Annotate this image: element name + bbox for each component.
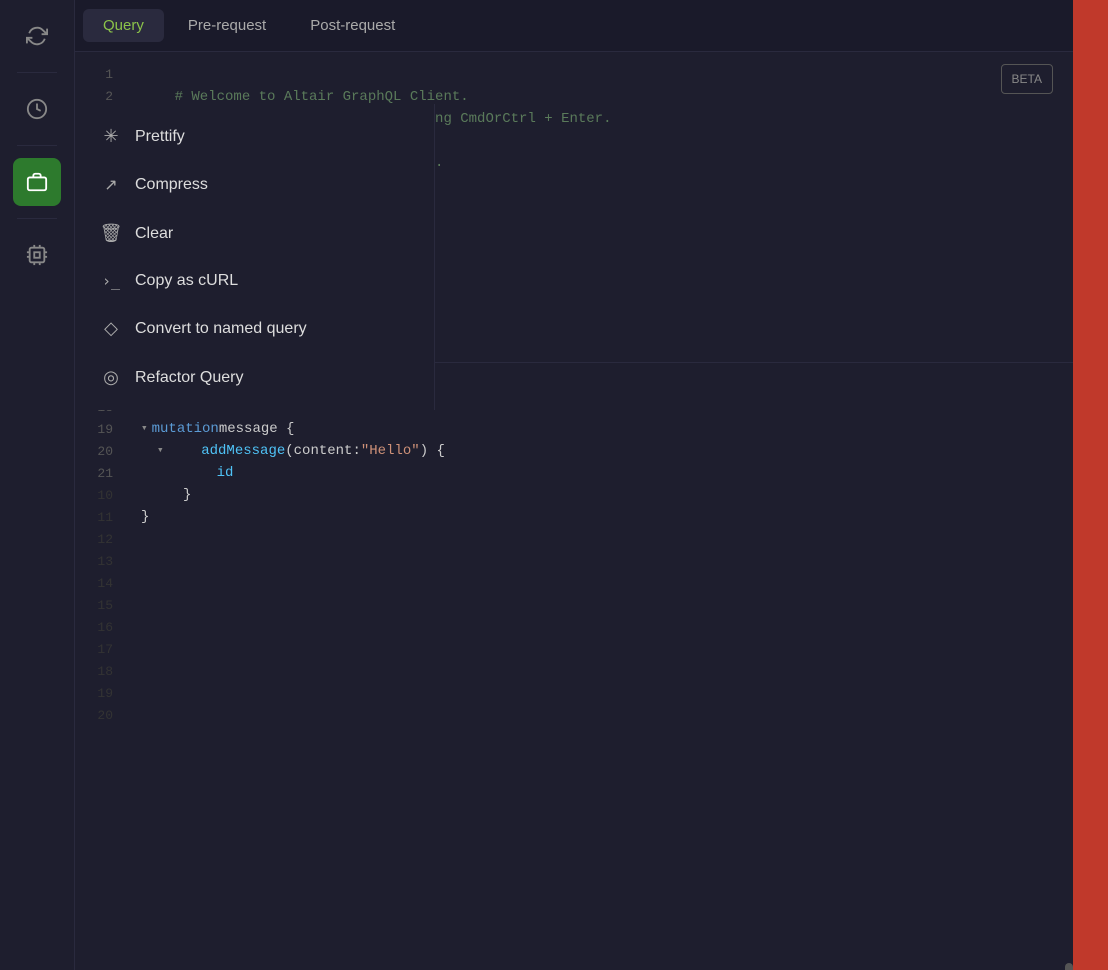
add-message-close: ) { [420,440,445,462]
refactor-icon: ◎ [99,367,123,388]
sidebar [0,0,75,970]
menu-item-compress[interactable]: ↗ Compress [75,161,434,209]
menu-item-copy-curl[interactable]: ›_ Copy as cURL [75,258,434,304]
right-panel [1073,0,1108,970]
tab-bar: Query Pre-request Post-request [75,0,1073,52]
prettify-icon: ✳ [99,126,123,147]
editor-dropdown-menu: ✳ Prettify ↗ Compress 🗑 Clear ›_ Copy as… [75,104,435,410]
menu-item-compress-label: Compress [135,176,208,194]
close-brace-inner: } [141,484,191,506]
trash-icon: 🗑 [99,223,123,244]
sidebar-icon-briefcase[interactable] [13,158,61,206]
sidebar-icon-timer[interactable] [13,85,61,133]
mutation-name: message { [219,418,295,440]
beta-badge: BETA [1001,64,1053,94]
sidebar-divider-2 [17,145,57,146]
menu-item-convert-named[interactable]: ◇ Convert to named query [75,304,434,353]
menu-item-prettify[interactable]: ✳ Prettify [75,112,434,161]
sidebar-divider-1 [17,72,57,73]
sidebar-icon-refresh[interactable] [13,12,61,60]
line-num-blank11: 20 [75,705,113,727]
terminal-icon: ›_ [99,272,123,290]
lower-line-numbers: 17 18 19 20 21 10 11 12 13 14 15 16 17 1… [75,363,125,970]
line-num-blank4: 13 [75,551,113,573]
line-num-blank7: 16 [75,617,113,639]
tab-post-request[interactable]: Post-request [290,9,415,42]
line-num-blank3: 12 [75,529,113,551]
line-num-blank5: 14 [75,573,113,595]
fold-arrow-17[interactable]: ▾ [141,418,148,440]
menu-item-refactor[interactable]: ◎ Refactor Query [75,353,434,402]
lower-code-section: 17 18 19 20 21 10 11 12 13 14 15 16 17 1… [75,362,1073,970]
code-line-21: } [141,506,1057,528]
line-num-blank2: 11 [75,507,113,529]
line-num-blank9: 18 [75,661,113,683]
sidebar-divider-3 [17,218,57,219]
lower-code-content[interactable]: ▶ (Send mutation message) ▾ mutation mes… [125,363,1073,970]
line-num-20: 20 [75,441,113,463]
line-num-blank6: 15 [75,595,113,617]
add-message-fn: addMessage [168,440,286,462]
line-num-blank8: 17 [75,639,113,661]
menu-item-clear[interactable]: 🗑 Clear [75,209,434,258]
line-num-21: 21 [75,463,113,485]
menu-item-refactor-label: Refactor Query [135,369,243,387]
keyword-mutation: mutation [152,418,219,440]
fold-arrow-18[interactable]: ▾ [157,440,164,462]
code-line-20: } [141,484,1057,506]
sidebar-icon-processor[interactable] [13,231,61,279]
menu-item-copy-curl-label: Copy as cURL [135,272,238,290]
scrollbar-track[interactable] [1065,963,1073,970]
tab-pre-request[interactable]: Pre-request [168,9,286,42]
menu-item-clear-label: Clear [135,225,173,243]
line-num: 1 [75,64,113,86]
menu-item-prettify-label: Prettify [135,128,185,146]
code-line-18: ▾ addMessage (content: "Hello" ) { [141,440,1057,462]
line-num-19: 19 [75,419,113,441]
tag-icon: ◇ [99,318,123,339]
code-line-19: id [141,462,1057,484]
code-line-17: ▾ mutation message { [141,418,1057,440]
line-num-blank10: 19 [75,683,113,705]
code-line-1 [141,64,1057,86]
compress-icon: ↗ [99,175,123,195]
menu-item-convert-named-label: Convert to named query [135,320,307,338]
add-message-content-val: "Hello" [361,440,420,462]
add-message-content-key: (content: [285,440,361,462]
tab-query[interactable]: Query [83,9,164,42]
line-num-blank: 10 [75,485,113,507]
code-editor-wrapper: 1 2 3 4 5 BETA # Welcome to Altair Graph… [75,52,1073,970]
main-panel: Query Pre-request Post-request 1 2 3 4 5… [75,0,1073,970]
field-id: id [141,462,233,484]
close-brace-outer: } [141,506,149,528]
